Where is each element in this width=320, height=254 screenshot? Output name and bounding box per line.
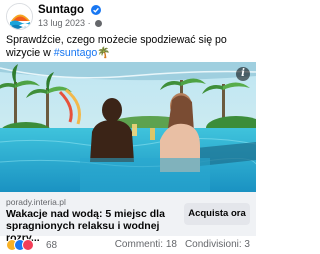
globe-icon: [95, 20, 103, 27]
post-caption: Sprawdźcie, czego możecie spodziewać się…: [6, 34, 252, 60]
page-avatar[interactable]: [6, 3, 33, 30]
link-preview[interactable]: porady.interia.pl Wakacje nad wodą: 5 mi…: [0, 192, 256, 244]
post-meta: 13 lug 2023 ·: [38, 18, 103, 28]
post-header: Suntago 13 lug 2023 ·: [0, 0, 256, 34]
suntago-logo-icon: [7, 4, 32, 29]
love-reaction-icon: [22, 239, 34, 251]
page-name[interactable]: Suntago: [38, 4, 84, 16]
meta-separator: ·: [87, 18, 91, 28]
comments-count[interactable]: Commenti: 18: [115, 239, 177, 250]
caption-text: Sprawdźcie, czego możecie spodziewać się…: [6, 34, 227, 59]
acquista-ora-button[interactable]: Acquista ora: [184, 203, 250, 225]
palm-tree-emoji: 🌴: [97, 47, 111, 59]
facebook-post: Suntago 13 lug 2023 · Sprawdźcie, czego …: [0, 0, 256, 254]
reaction-count[interactable]: 68: [46, 240, 57, 251]
info-icon[interactable]: i: [236, 67, 250, 81]
post-date[interactable]: 13 lug 2023: [38, 18, 85, 28]
post-stats: Commenti: 18 Condivisioni: 3: [107, 239, 250, 250]
link-domain: porady.interia.pl: [6, 197, 66, 207]
post-image[interactable]: i: [0, 62, 256, 192]
shares-count[interactable]: Condivisioni: 3: [185, 239, 250, 250]
hashtag-link[interactable]: #suntago: [54, 47, 98, 59]
pool-photo: [0, 62, 256, 192]
verified-badge-icon: [91, 5, 101, 15]
post-footer: 68 Commenti: 18 Condivisioni: 3: [0, 238, 256, 254]
